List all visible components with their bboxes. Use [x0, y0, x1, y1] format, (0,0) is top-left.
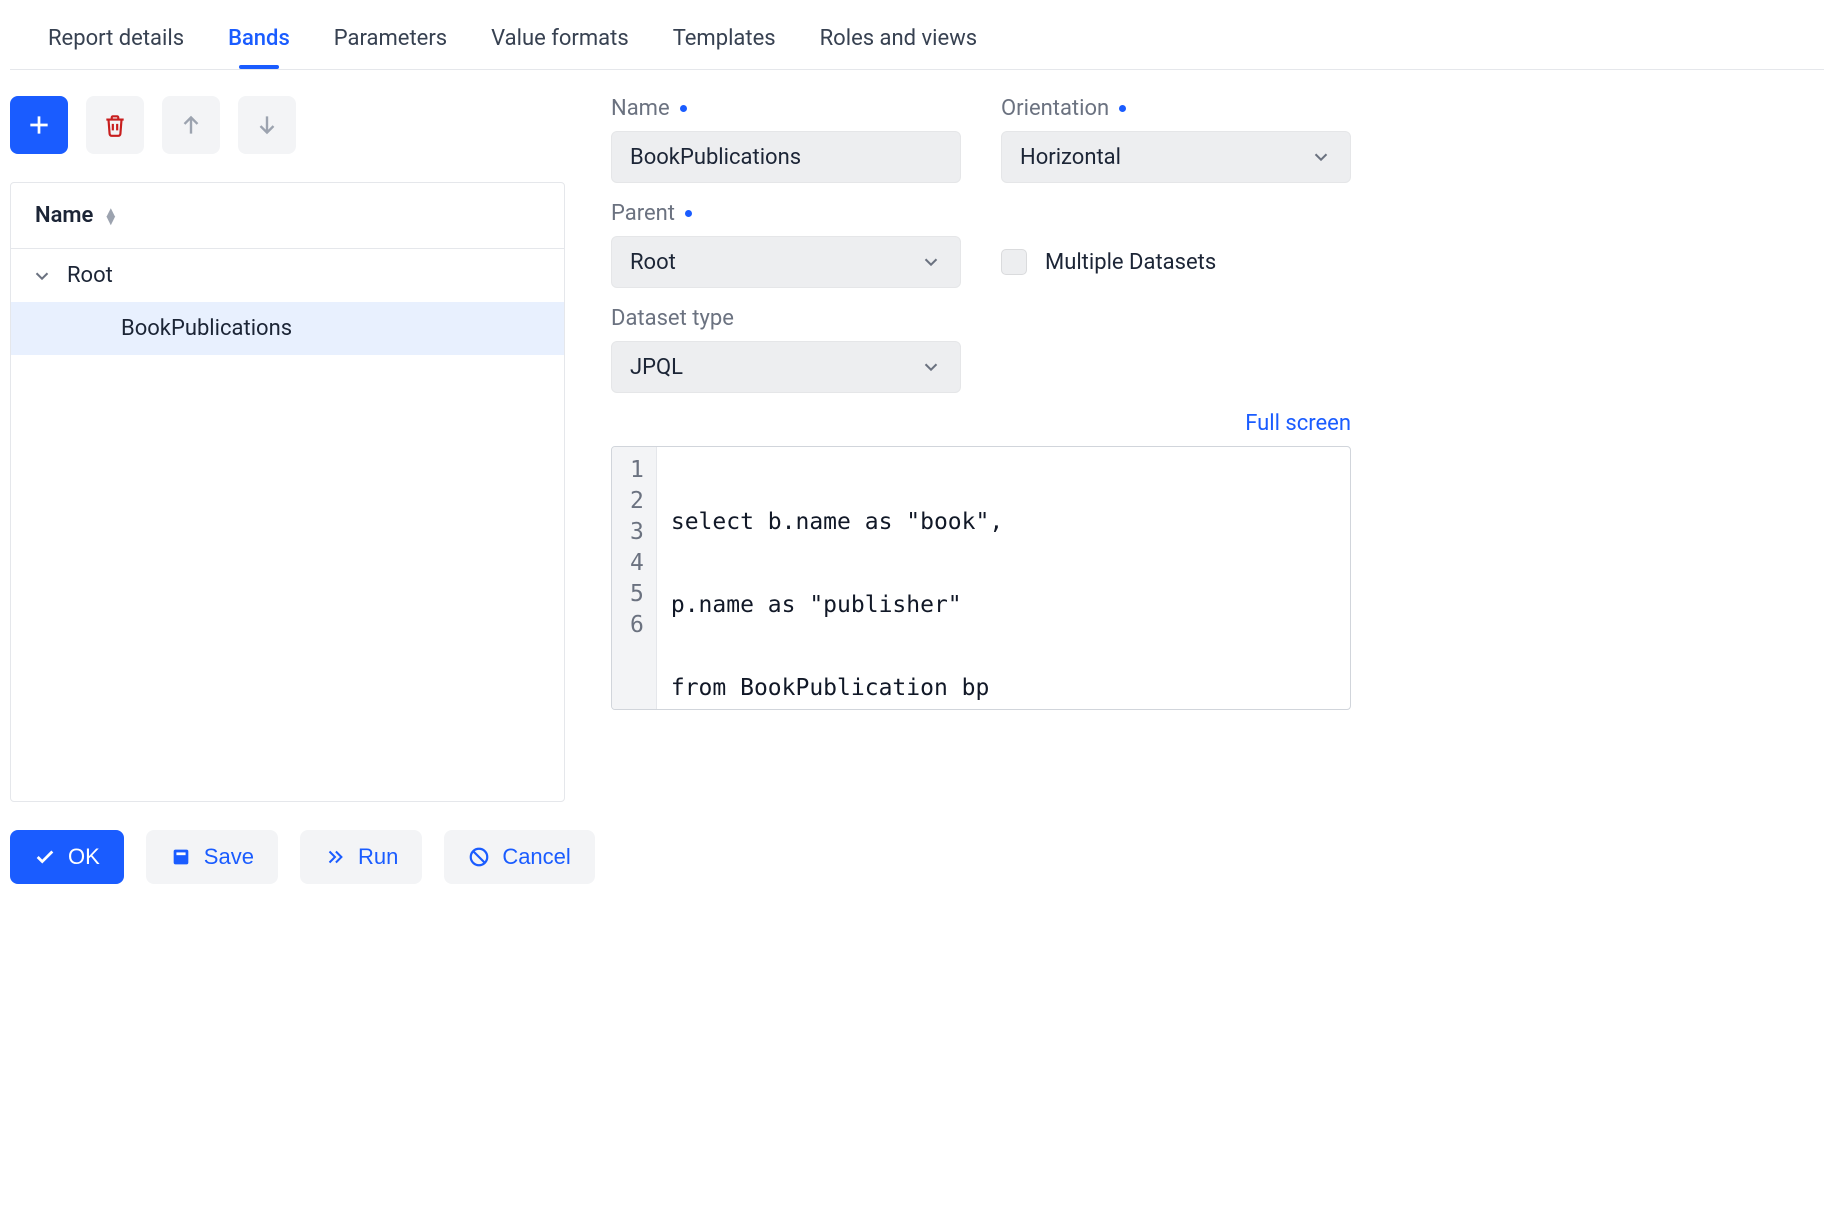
- dataset-type-label: Dataset type: [611, 306, 734, 331]
- code-line: select b.name as "book",: [671, 509, 1336, 540]
- orientation-label: Orientation: [1001, 96, 1109, 121]
- code-line: p.name as "publisher": [671, 592, 1336, 623]
- tabs-bar: Report details Bands Parameters Value fo…: [10, 10, 1824, 70]
- tree-row-root[interactable]: Root: [11, 249, 564, 302]
- name-label: Name: [611, 96, 670, 121]
- tree-row-label: BookPublications: [121, 316, 292, 341]
- move-up-button[interactable]: [162, 96, 220, 154]
- sort-icon: ▲▼: [103, 208, 118, 224]
- save-icon: [170, 846, 192, 868]
- tab-parameters[interactable]: Parameters: [332, 14, 449, 69]
- full-screen-link[interactable]: Full screen: [611, 411, 1351, 436]
- query-editor[interactable]: 123456 select b.name as "book", p.name a…: [611, 446, 1351, 710]
- chevron-down-icon: [920, 251, 942, 273]
- chevron-down-icon: [1310, 146, 1332, 168]
- editor-gutter: 123456: [612, 447, 657, 709]
- tree-column-name: Name: [35, 203, 93, 228]
- move-down-button[interactable]: [238, 96, 296, 154]
- required-indicator: [685, 210, 692, 217]
- required-indicator: [1119, 105, 1126, 112]
- tree-row-bookpublications[interactable]: BookPublications: [11, 302, 564, 355]
- check-icon: [34, 846, 56, 868]
- editor-code[interactable]: select b.name as "book", p.name as "publ…: [657, 447, 1350, 709]
- add-button[interactable]: [10, 96, 68, 154]
- plus-icon: [26, 112, 52, 138]
- footer-buttons: OK Save Run Cancel: [10, 802, 1824, 888]
- ok-button[interactable]: OK: [10, 830, 124, 884]
- tab-roles-views[interactable]: Roles and views: [818, 14, 979, 69]
- tab-report-details[interactable]: Report details: [46, 14, 186, 69]
- multiple-datasets-checkbox[interactable]: [1001, 249, 1027, 275]
- trash-icon: [102, 112, 128, 138]
- bands-tree: Name ▲▼ Root BookPublications: [10, 182, 565, 802]
- required-indicator: [680, 105, 687, 112]
- multiple-datasets-label: Multiple Datasets: [1045, 250, 1216, 275]
- chevron-down-icon: [31, 265, 53, 287]
- tab-value-formats[interactable]: Value formats: [489, 14, 631, 69]
- run-icon: [324, 846, 346, 868]
- code-line: from BookPublication bp: [671, 675, 1336, 706]
- chevron-down-icon: [920, 356, 942, 378]
- cancel-button[interactable]: Cancel: [444, 830, 594, 884]
- tree-column-header[interactable]: Name ▲▼: [11, 183, 564, 249]
- run-button[interactable]: Run: [300, 830, 422, 884]
- dataset-type-select[interactable]: JPQL: [611, 341, 961, 393]
- arrow-up-icon: [178, 112, 204, 138]
- tree-row-label: Root: [67, 263, 113, 288]
- arrow-down-icon: [254, 112, 280, 138]
- cancel-icon: [468, 846, 490, 868]
- parent-select[interactable]: Root: [611, 236, 961, 288]
- save-button[interactable]: Save: [146, 830, 278, 884]
- delete-button[interactable]: [86, 96, 144, 154]
- orientation-select[interactable]: Horizontal: [1001, 131, 1351, 183]
- parent-label: Parent: [611, 201, 675, 226]
- tab-bands[interactable]: Bands: [226, 14, 292, 69]
- tab-templates[interactable]: Templates: [671, 14, 778, 69]
- name-field[interactable]: BookPublications: [611, 131, 961, 183]
